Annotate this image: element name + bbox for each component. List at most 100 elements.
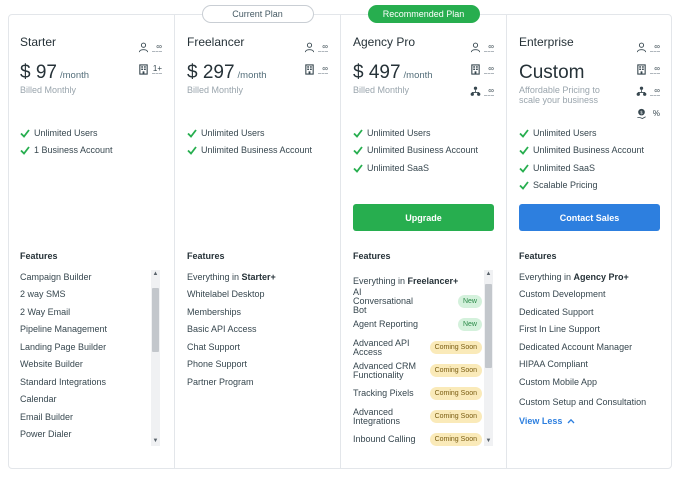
scroll-up-arrow[interactable]: ▲	[484, 270, 493, 279]
bullet-item: Unlimited SaaS	[353, 159, 478, 177]
features-list: Everything in Freelancer+ AI Conversatio…	[353, 272, 482, 451]
meta-accounts: ∞	[304, 58, 328, 80]
check-icon	[519, 146, 529, 156]
price-period: /month	[59, 70, 90, 81]
meta-accounts: ∞	[470, 58, 494, 80]
coming-soon-badge: Coming Soon	[429, 410, 482, 423]
feature-item: Partner Program	[187, 376, 254, 387]
meta-users: ∞	[304, 36, 328, 58]
plan-price: $ 97/month	[20, 62, 89, 84]
meta-saas: ∞	[470, 80, 494, 102]
features-heading: Features	[519, 251, 557, 261]
feature-item: Custom Setup and Consultation	[519, 397, 647, 408]
feature-item: Everything in Starter+	[187, 271, 276, 282]
check-icon	[519, 129, 529, 138]
scroll-thumb[interactable]	[152, 288, 159, 352]
meta-pricing-value: %	[652, 108, 660, 118]
feature-item: Tracking Pixels Coming Soon	[353, 382, 482, 405]
building-icon	[139, 63, 148, 75]
plan-meta: ∞ ∞	[304, 36, 328, 80]
billing-note: Affordable Pricing to scale your busines…	[519, 85, 600, 105]
check-icon	[519, 164, 529, 173]
feature-item: Everything in Agency Pro+	[519, 271, 629, 282]
coming-soon-badge: Coming Soon	[429, 364, 482, 377]
upgrade-button[interactable]: Upgrade	[353, 204, 494, 231]
view-less-link[interactable]: View Less	[519, 416, 575, 426]
new-badge: New	[457, 295, 482, 308]
meta-users-value: ∞	[152, 42, 162, 52]
features-list: Everything in Starter+ Whitelabel Deskto…	[187, 268, 328, 391]
price-amount: $ 497	[353, 62, 401, 83]
dollar-hand-icon: $	[637, 108, 646, 119]
meta-accounts-value: 1+	[152, 64, 162, 74]
meta-accounts-value: ∞	[318, 64, 328, 74]
feature-item: Campaign Builder	[20, 271, 92, 282]
features-heading: Features	[187, 251, 225, 261]
meta-users-value: ∞	[484, 42, 494, 52]
new-badge: New	[457, 318, 482, 331]
plan-card-agency-pro: Recommended Plan Agency Pro ∞ ∞ ∞ $ 497/…	[340, 5, 506, 469]
building-icon	[637, 63, 646, 75]
price-period: /month	[237, 70, 267, 81]
plan-bullets: Unlimited Users Unlimited Business Accou…	[187, 124, 312, 159]
billing-note: Billed Monthly	[20, 85, 77, 95]
bullet-item: Unlimited Business Account	[519, 142, 644, 160]
bullet-item: Scalable Pricing	[519, 177, 644, 195]
user-icon	[304, 42, 315, 52]
feature-item: Landing Page Builder	[20, 341, 107, 352]
feature-item: Custom Development	[519, 289, 606, 300]
features-scrollbar[interactable]: ▲ ▼	[484, 270, 493, 446]
coming-soon-badge: Coming Soon	[429, 433, 482, 446]
feature-item: Custom Mobile App	[519, 376, 598, 387]
meta-accounts: 1+	[138, 58, 162, 80]
meta-accounts-value: ∞	[484, 64, 494, 74]
feature-item: HIPAA Compliant	[519, 359, 588, 370]
current-plan-tag: Current Plan	[201, 5, 314, 23]
pricing-page: Starter ∞ 1+ $ 97/month Billed Monthly U…	[0, 0, 680, 478]
check-icon	[353, 164, 363, 173]
check-icon	[187, 146, 197, 156]
plan-card-freelancer: Current Plan Freelancer ∞ ∞ $ 297/month …	[174, 5, 340, 469]
meta-users-value: ∞	[318, 42, 328, 52]
price-amount: Custom	[519, 62, 585, 83]
coming-soon-badge: Coming Soon	[429, 387, 482, 400]
contact-sales-button[interactable]: Contact Sales	[519, 204, 660, 231]
meta-accounts: ∞	[636, 58, 660, 80]
feature-item: Whitelabel Desktop	[187, 289, 265, 300]
scroll-down-arrow[interactable]: ▼	[151, 437, 160, 446]
feature-item: Dedicated Support	[519, 306, 594, 317]
coming-soon-badge: Coming Soon	[429, 341, 482, 354]
feature-item: Email Builder	[20, 411, 74, 422]
scroll-thumb[interactable]	[485, 284, 492, 368]
feature-item: 2 Way Email	[20, 306, 71, 317]
plan-card-enterprise: Enterprise ∞ ∞ ∞ $ % Custom Affordable P…	[506, 14, 672, 469]
features-heading: Features	[353, 251, 391, 261]
meta-pricing: $ %	[636, 102, 660, 124]
price-amount: $ 97	[20, 62, 57, 83]
meta-accounts-value: ∞	[650, 64, 660, 74]
meta-saas-value: ∞	[484, 86, 494, 96]
feature-item: Advanced API Access Coming Soon	[353, 336, 482, 359]
plan-card-starter: Starter ∞ 1+ $ 97/month Billed Monthly U…	[8, 14, 174, 469]
check-icon	[20, 129, 30, 138]
plan-title: Starter	[20, 35, 57, 49]
plan-title: Freelancer	[187, 35, 245, 49]
features-scrollbar[interactable]: ▲ ▼	[151, 270, 160, 446]
meta-saas-value: ∞	[650, 86, 660, 96]
scroll-down-arrow[interactable]: ▼	[484, 437, 493, 446]
billing-note: Billed Monthly	[187, 85, 244, 95]
feature-item: Standard Integrations	[20, 376, 107, 387]
features-heading: Features	[20, 251, 58, 261]
feature-item: Dedicated Account Manager	[519, 341, 633, 352]
user-icon	[138, 42, 149, 52]
meta-saas: ∞	[636, 80, 660, 102]
plan-meta: ∞ ∞ ∞ $ %	[636, 36, 660, 124]
check-icon	[20, 146, 30, 156]
user-icon	[470, 42, 481, 52]
chevron-up-icon	[567, 418, 575, 424]
building-icon	[471, 63, 480, 75]
bullet-item: Unlimited Users	[20, 124, 113, 142]
check-icon	[353, 146, 363, 156]
scroll-up-arrow[interactable]: ▲	[151, 270, 160, 279]
check-icon	[519, 181, 529, 191]
